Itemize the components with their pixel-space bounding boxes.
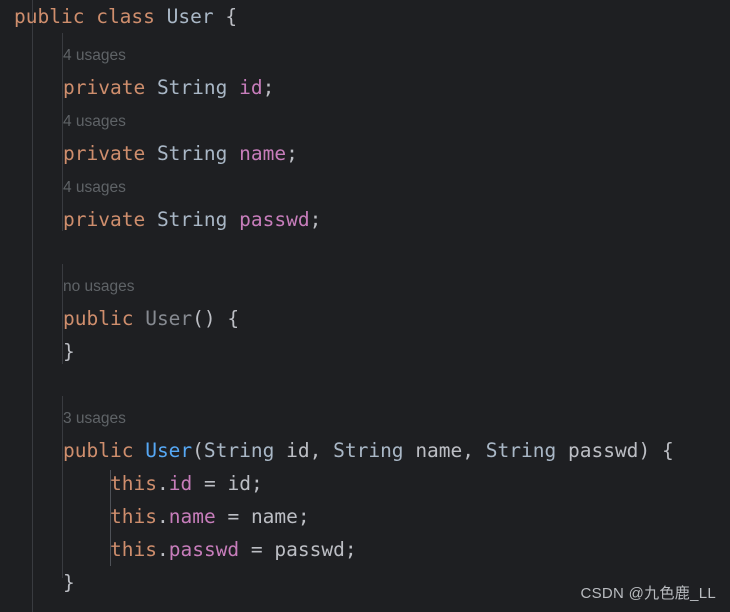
comma-1: , (309, 439, 322, 462)
semicolon: ; (344, 538, 357, 561)
keyword-this: this (110, 472, 157, 495)
param-value-id: id (227, 472, 251, 495)
code-line-assign-id: this.id = id; (110, 467, 263, 500)
keyword-private: private (63, 76, 146, 99)
param-name-name: name (415, 439, 463, 462)
param-type-2: String (333, 439, 404, 462)
comma-2: , (462, 439, 475, 462)
semicolon: ; (297, 505, 310, 528)
dot-operator: . (156, 472, 169, 495)
paren-close: ) (638, 439, 651, 462)
brace-close-parameterized-constructor: } (63, 571, 75, 594)
keyword-public: public (63, 307, 134, 330)
usage-hint-parameterized-constructor[interactable]: 3 usages (63, 406, 126, 432)
semicolon: ; (309, 208, 322, 231)
usage-hint-name[interactable]: 4 usages (63, 109, 126, 135)
semicolon: ; (250, 472, 263, 495)
assignment-operator: = (227, 505, 240, 528)
field-name-id: id (239, 76, 263, 99)
keyword-private: private (63, 142, 146, 165)
usage-hint-passwd[interactable]: 4 usages (63, 175, 126, 201)
brace-open-parameterized-constructor: { (661, 439, 674, 462)
code-line-parameterized-constructor-close: } (63, 566, 75, 599)
constructor-name-user: User (145, 439, 193, 462)
usage-hint-default-constructor[interactable]: no usages (63, 274, 135, 300)
semicolon: ; (262, 76, 275, 99)
brace-close-default-constructor: } (63, 340, 75, 363)
assignment-operator: = (203, 472, 216, 495)
code-editor[interactable]: public class User { 4 usages private Str… (0, 0, 730, 612)
dot-operator: . (156, 538, 169, 561)
code-line-field-name: private String name; (63, 137, 298, 170)
type-string: String (156, 208, 228, 231)
code-line-class-declaration: public class User { (14, 0, 237, 33)
paren-open: ( (192, 439, 204, 462)
field-name-passwd: passwd (239, 208, 310, 231)
keyword-class: class (96, 5, 155, 28)
field-name-name: name (168, 505, 216, 528)
dot-operator: . (156, 505, 169, 528)
keyword-public: public (63, 439, 134, 462)
code-line-assign-passwd: this.passwd = passwd; (110, 533, 357, 566)
usage-hint-id[interactable]: 4 usages (63, 43, 126, 69)
keyword-this: this (110, 538, 157, 561)
code-line-assign-name: this.name = name; (110, 500, 310, 533)
brace-open-default-constructor: { (227, 307, 240, 330)
keyword-private: private (63, 208, 146, 231)
semicolon: ; (286, 142, 298, 165)
keyword-this: this (110, 505, 157, 528)
keyword-public: public (14, 5, 85, 28)
type-string: String (156, 142, 228, 165)
code-line-parameterized-constructor: public User(String id, String name, Stri… (63, 434, 674, 467)
code-line-field-passwd: private String passwd; (63, 203, 321, 236)
brace-open-class: { (225, 5, 238, 28)
code-line-default-constructor-close: } (63, 335, 75, 368)
field-name-name: name (239, 142, 287, 165)
assignment-operator: = (250, 538, 263, 561)
class-name-user: User (166, 5, 214, 28)
code-line-default-constructor: public User() { (63, 302, 239, 335)
watermark-text: CSDN @九色鹿_LL (580, 585, 716, 602)
code-line-field-id: private String id; (63, 71, 274, 104)
param-name-passwd: passwd (567, 439, 639, 462)
constructor-name-user-unused: User (145, 307, 193, 330)
type-string: String (156, 76, 228, 99)
param-type-1: String (203, 439, 275, 462)
param-name-id: id (286, 439, 310, 462)
param-value-passwd: passwd (274, 538, 345, 561)
param-value-name: name (250, 505, 298, 528)
parentheses-empty: () (192, 307, 216, 330)
field-name-passwd: passwd (168, 538, 240, 561)
code-content[interactable]: public class User { 4 usages private Str… (0, 0, 730, 612)
field-name-id: id (168, 472, 193, 495)
param-type-3: String (485, 439, 557, 462)
